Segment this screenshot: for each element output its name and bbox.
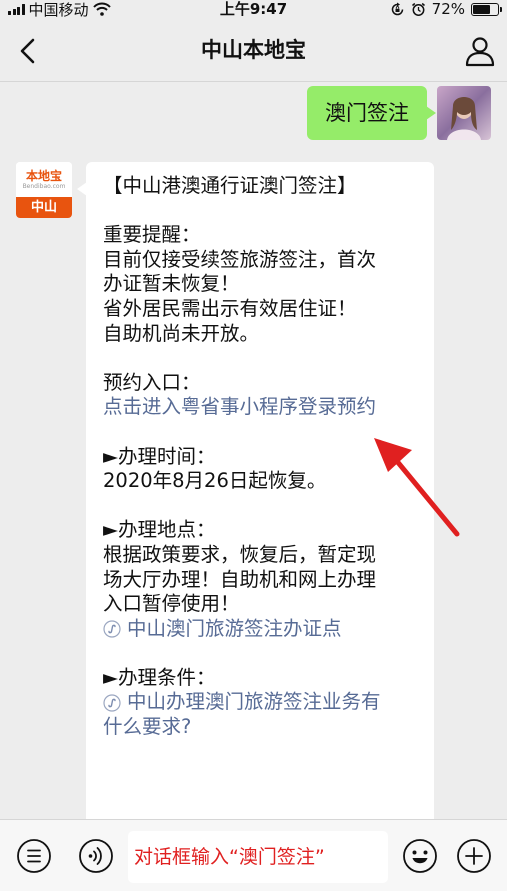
status-bar: 中国移动 上午9:47 72% — [0, 0, 507, 19]
place-line: 场大厅办理！自助机和网上办理 — [103, 567, 377, 591]
status-right: 72% — [390, 0, 502, 18]
outgoing-message: 澳门签注 — [307, 86, 491, 140]
miniprogram-icon — [103, 620, 121, 638]
time-heading: ►办理时间： — [103, 444, 216, 468]
voice-icon[interactable] — [78, 838, 114, 874]
person-icon[interactable] — [463, 34, 497, 68]
rotation-lock-icon — [391, 2, 403, 15]
bot-avatar-city: 中山 — [16, 197, 72, 218]
place-miniprogram-link[interactable]: 中山澳门旅游签注办证点 — [103, 617, 420, 642]
notice-line: 自助机尚未开放。 — [103, 321, 260, 345]
booking-link[interactable]: 点击进入粤省事小程序登录预约 — [103, 395, 420, 420]
user-avatar[interactable] — [437, 86, 491, 140]
bot-avatar-brand: 本地宝 — [25, 168, 62, 183]
booking-heading: 预约入口： — [103, 370, 201, 394]
place-heading: ►办理地点： — [103, 518, 216, 542]
place-link-text: 中山澳门旅游签注办证点 — [127, 616, 342, 640]
bot-avatar[interactable]: 本地宝 Bendibao.com 中山 — [16, 162, 72, 218]
condition-link-text: 中山办理澳门旅游签注业务有 — [127, 690, 381, 714]
battery-icon — [471, 2, 502, 16]
condition-heading: ►办理条件： — [103, 665, 216, 689]
notice-heading: 重要提醒： — [103, 223, 201, 247]
battery-fill — [473, 4, 491, 14]
outgoing-bubble[interactable]: 澳门签注 — [307, 86, 436, 140]
condition-link-text[interactable]: 什么要求? — [103, 715, 420, 740]
miniprogram-icon — [103, 694, 121, 712]
message-input[interactable]: 对话框输入“澳门签注” — [128, 831, 388, 883]
emoji-icon[interactable] — [402, 838, 438, 874]
alarm-icon — [411, 2, 425, 16]
notice-line: 目前仅接受续签旅游签注，首次 — [103, 247, 377, 271]
input-bar: 对话框输入“澳门签注” — [0, 819, 507, 891]
bot-avatar-logo: 本地宝 Bendibao.com — [16, 162, 72, 197]
message-title: 【中山港澳通行证澳门签注】 — [103, 174, 357, 197]
time-text: 2020年8月26日起恢复。 — [103, 469, 327, 493]
condition-miniprogram-link[interactable]: 中山办理澳门旅游签注业务有 — [103, 690, 420, 715]
bot-avatar-url: Bendibao.com — [22, 182, 66, 190]
incoming-bubble: 【中山港澳通行证澳门签注】 重要提醒： 目前仅接受续签旅游签注，首次 办证暂未恢… — [77, 162, 434, 819]
menu-list-icon[interactable] — [16, 838, 52, 874]
nav-bar: 中山本地宝 — [0, 18, 507, 82]
notice-line: 省外居民需出示有效居住证！ — [103, 296, 357, 320]
plus-icon[interactable] — [456, 838, 492, 874]
place-line: 根据政策要求，恢复后，暂定现 — [103, 542, 377, 566]
page-title: 中山本地宝 — [201, 38, 306, 62]
notice-line: 办证暂未恢复！ — [103, 272, 240, 296]
chat-area[interactable]: 澳门签注 本地宝 Bendibao.com 中山 【中山港澳通行证澳门签注】 重… — [0, 82, 507, 819]
battery-percent: 72% — [431, 0, 465, 18]
place-line: 入口暂停使用！ — [103, 592, 240, 616]
